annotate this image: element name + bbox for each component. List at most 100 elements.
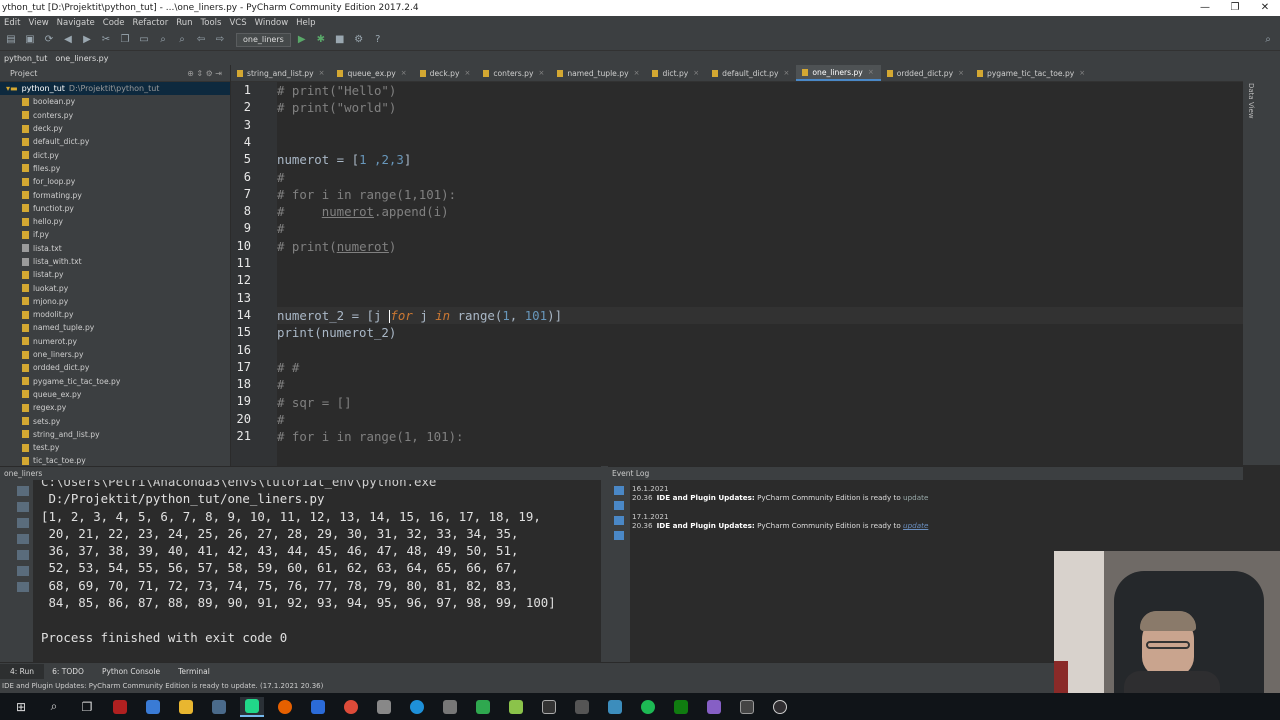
close-tab-icon[interactable]: × [958, 69, 964, 77]
tab-todo[interactable]: 6: TODO [44, 667, 94, 676]
stop-icon[interactable]: ■ [332, 33, 348, 47]
app-icon-lime[interactable] [504, 697, 528, 717]
tree-file-item[interactable]: default_dict.py [0, 135, 230, 148]
editor-tab[interactable]: conters.py × [477, 65, 551, 81]
editor-tab[interactable]: pygame_tic_tac_toe.py × [971, 65, 1092, 81]
close-tab-icon[interactable]: × [693, 69, 699, 77]
tree-file-item[interactable]: string_and_list.py [0, 428, 230, 441]
event-settings-icon[interactable] [614, 486, 624, 495]
run-panel-title[interactable]: one_liners [4, 469, 42, 478]
firefox-icon[interactable] [273, 697, 297, 717]
search-icon[interactable]: ⌕ [42, 697, 66, 717]
tree-file-item[interactable]: lista.txt [0, 242, 230, 255]
app-icon-notes[interactable] [207, 697, 231, 717]
tree-file-item[interactable]: conters.py [0, 109, 230, 122]
tree-file-item[interactable]: one_liners.py [0, 348, 230, 361]
tree-file-item[interactable]: regex.py [0, 401, 230, 414]
menu-edit[interactable]: Edit [0, 18, 24, 28]
visual-studio-icon[interactable] [702, 697, 726, 717]
stop-run-icon[interactable] [17, 502, 29, 512]
event-log-title[interactable]: Event Log [612, 469, 649, 478]
tree-root[interactable]: ▾▬ python_tut D:\Projektit\python_tut [0, 82, 230, 96]
editor-tab[interactable]: named_tuple.py × [551, 65, 646, 81]
editor-tab[interactable]: dict.py × [646, 65, 706, 81]
open-folder-icon[interactable]: ▤ [3, 33, 19, 47]
tree-file-item[interactable]: pygame_tic_tac_toe.py [0, 375, 230, 388]
menu-refactor[interactable]: Refactor [129, 18, 173, 28]
scroll-down-icon[interactable] [17, 534, 29, 544]
back-icon[interactable]: ◀ [60, 33, 76, 47]
menu-navigate[interactable]: Navigate [53, 18, 99, 28]
editor-tab[interactable]: queue_ex.py × [331, 65, 413, 81]
file-explorer-icon[interactable] [174, 697, 198, 717]
debug-icon[interactable]: ✱ [313, 33, 329, 47]
menu-help[interactable]: Help [292, 18, 319, 28]
save-icon[interactable]: ▣ [22, 33, 38, 47]
tree-file-item[interactable]: dict.py [0, 148, 230, 161]
tree-file-item[interactable]: named_tuple.py [0, 321, 230, 334]
tree-file-item[interactable]: ordded_dict.py [0, 361, 230, 374]
windows-start-icon[interactable]: ⊞ [9, 697, 33, 717]
app-icon-steam[interactable] [570, 697, 594, 717]
event-delete-icon[interactable] [614, 531, 624, 540]
tree-file-item[interactable]: files.py [0, 162, 230, 175]
maximize-button[interactable]: ❐ [1220, 0, 1250, 16]
print-icon[interactable] [17, 566, 29, 576]
tree-file-item[interactable]: if.py [0, 228, 230, 241]
menu-view[interactable]: View [24, 18, 52, 28]
project-panel-title[interactable]: Project [0, 69, 37, 78]
tree-file-item[interactable]: deck.py [0, 122, 230, 135]
editor-tab[interactable]: ordded_dict.py × [881, 65, 971, 81]
tree-file-item[interactable]: modolit.py [0, 308, 230, 321]
event-filter-icon[interactable] [614, 501, 624, 510]
tree-file-item[interactable]: luokat.py [0, 281, 230, 294]
tree-file-item[interactable]: listat.py [0, 268, 230, 281]
nav-back-icon[interactable]: ⇦ [193, 33, 209, 47]
store-icon[interactable] [141, 697, 165, 717]
event-mark-read-icon[interactable] [614, 516, 624, 525]
clear-icon[interactable] [17, 582, 29, 592]
app-icon-blue[interactable] [306, 697, 330, 717]
app-icon-arrow[interactable] [603, 697, 627, 717]
app-icon-red[interactable] [108, 697, 132, 717]
tree-file-item[interactable]: tic_tac_toe.py [0, 454, 230, 466]
update-link[interactable]: update [903, 493, 928, 502]
app-icon-grey[interactable] [438, 697, 462, 717]
close-tab-icon[interactable]: × [634, 69, 640, 77]
forward-icon[interactable]: ▶ [79, 33, 95, 47]
tab-run[interactable]: 4: Run [0, 664, 45, 679]
tree-file-item[interactable]: formating.py [0, 188, 230, 201]
app-icon-dark[interactable] [537, 697, 561, 717]
tree-file-item[interactable]: for_loop.py [0, 175, 230, 188]
app-icon-window[interactable] [735, 697, 759, 717]
pycharm-icon[interactable] [240, 696, 264, 717]
close-button[interactable]: ✕ [1250, 0, 1280, 16]
close-tab-icon[interactable]: × [401, 69, 407, 77]
close-tab-icon[interactable]: × [464, 69, 470, 77]
editor-tab[interactable]: one_liners.py × [796, 65, 881, 81]
replace-icon[interactable]: ⌕ [174, 33, 190, 47]
close-tab-icon[interactable]: × [538, 69, 544, 77]
tree-file-item[interactable]: queue_ex.py [0, 388, 230, 401]
edge-icon[interactable] [405, 697, 429, 717]
menu-tools[interactable]: Tools [197, 18, 226, 28]
copy-icon[interactable]: ❐ [117, 33, 133, 47]
close-tab-icon[interactable]: × [319, 69, 325, 77]
tree-file-item[interactable]: sets.py [0, 414, 230, 427]
close-tab-icon[interactable]: × [868, 68, 874, 76]
data-view-tab[interactable]: Data View [1247, 83, 1255, 119]
tab-terminal[interactable]: Terminal [170, 667, 220, 676]
minimize-button[interactable]: — [1190, 0, 1220, 16]
search-everywhere-icon[interactable]: ⌕ [1260, 33, 1276, 47]
menu-code[interactable]: Code [99, 18, 129, 28]
run-icon[interactable]: ▶ [294, 33, 310, 47]
app-icon-xbox[interactable] [669, 697, 693, 717]
editor-tab[interactable]: deck.py × [414, 65, 478, 81]
spotify-icon[interactable] [636, 697, 660, 717]
breadcrumb-file[interactable]: one_liners.py [51, 54, 112, 63]
settings-icon[interactable]: ⚙ [351, 33, 367, 47]
close-tab-icon[interactable]: × [1079, 69, 1085, 77]
run-configuration-select[interactable]: one_liners [236, 33, 291, 47]
editor-tab[interactable]: string_and_list.py × [231, 65, 331, 81]
rerun-icon[interactable] [17, 486, 29, 496]
